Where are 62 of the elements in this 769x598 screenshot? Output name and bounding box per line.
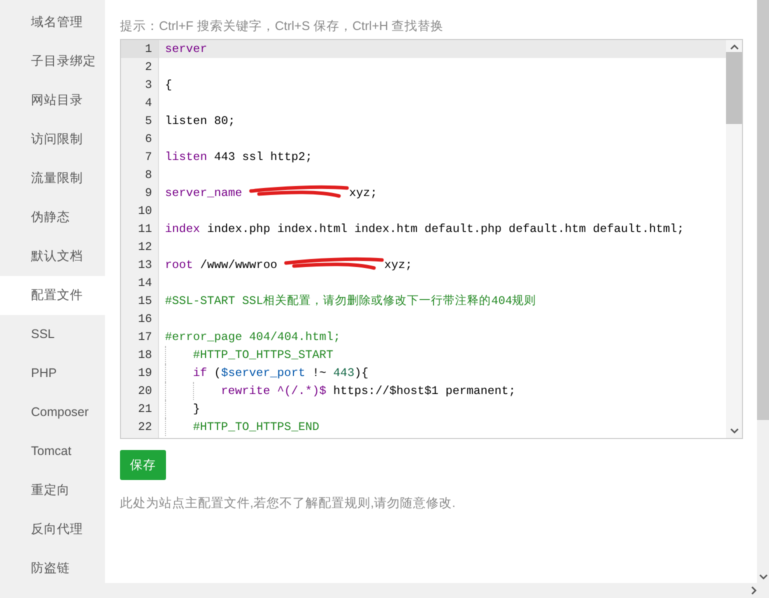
code-line: rewrite ^(/.*)$ https://$host$1 permanent; (159, 382, 726, 400)
line-number: 13 (136, 257, 153, 274)
hint-text: 提示：Ctrl+F 搜索关键字，Ctrl+S 保存，Ctrl+H 查找替换 (120, 18, 445, 35)
scrollbar-thumb[interactable] (757, 0, 769, 420)
sidebar-item[interactable]: 网站目录 (0, 81, 105, 120)
sidebar-item[interactable]: 反向代理 (0, 510, 105, 549)
code-line: { (164, 77, 174, 94)
sidebar-item[interactable]: 流量限制 (0, 159, 105, 198)
line-number: 2 (144, 59, 153, 76)
code-editor[interactable] (120, 39, 743, 439)
sidebar-item[interactable]: Tomcat (0, 432, 105, 471)
line-number: 8 (144, 167, 153, 184)
code-line: } (159, 400, 726, 418)
sidebar-item[interactable]: 访问限制 (0, 120, 105, 159)
line-number: 11 (136, 221, 153, 238)
scroll-right-icon[interactable] (751, 586, 757, 595)
sidebar-item[interactable]: Composer (0, 393, 105, 432)
sidebar-item[interactable]: 默认文档 (0, 237, 105, 276)
line-number: 10 (136, 203, 153, 220)
line-number: 19 (136, 365, 153, 382)
code-line: root /www/wwwroo xyz; (164, 256, 414, 274)
scroll-up-icon[interactable] (730, 44, 738, 50)
scrollbar-thumb[interactable] (726, 52, 742, 124)
note-text: 此处为站点主配置文件,若您不了解配置规则,请勿随意修改. (120, 495, 456, 512)
sidebar-item[interactable]: 伪静态 (0, 198, 105, 237)
line-number: 7 (144, 149, 153, 166)
scroll-down-icon[interactable] (730, 428, 738, 434)
sidebar-item[interactable]: PHP (0, 354, 105, 393)
line-number: 20 (136, 383, 153, 400)
line-number: 12 (136, 239, 153, 256)
code-line: index index.php index.html index.htm default.php default.htm default.html; (164, 221, 686, 238)
code-line: #error_page 404/404.html; (164, 329, 342, 346)
line-number: 17 (136, 329, 153, 346)
horizontal-scrollbar[interactable] (0, 583, 769, 598)
line-number: 18 (136, 347, 153, 364)
line-number: 14 (136, 275, 153, 292)
sidebar-item[interactable]: 配置文件 (0, 276, 105, 315)
sidebar-item[interactable]: 子目录绑定 (0, 42, 105, 81)
sidebar-item[interactable]: 域名管理 (0, 3, 105, 42)
sidebar-item[interactable]: SSL (0, 315, 105, 354)
line-number: 21 (136, 401, 153, 418)
code-line: #HTTP_TO_HTTPS_END (159, 418, 726, 436)
code-line: #SSL-START SSL相关配置，请勿删除或修改下一行带注释的404规则 (164, 293, 538, 310)
editor-scrollbar[interactable] (726, 40, 742, 438)
line-number: 15 (136, 293, 153, 310)
code-line: if ($server_port !~ 443){ (159, 364, 726, 382)
line-number: 5 (144, 113, 153, 130)
sidebar-item[interactable]: 重定向 (0, 471, 105, 510)
code-line: server_name xyz; (164, 184, 378, 202)
line-number: 6 (144, 131, 153, 148)
line-number: 22 (136, 419, 153, 436)
line-number: 16 (136, 311, 153, 328)
line-number: 9 (144, 185, 153, 202)
line-number: 3 (144, 77, 153, 94)
line-number: 1 (121, 40, 158, 58)
code-line: listen 80; (164, 113, 236, 130)
sidebar-item[interactable]: 防盗链 (0, 549, 105, 583)
code-line: listen 443 ssl http2; (164, 149, 314, 166)
page-scrollbar[interactable] (757, 0, 769, 583)
scroll-down-icon[interactable] (758, 574, 768, 580)
code-line: #HTTP_TO_HTTPS_START (159, 346, 726, 364)
line-number: 4 (144, 95, 153, 112)
